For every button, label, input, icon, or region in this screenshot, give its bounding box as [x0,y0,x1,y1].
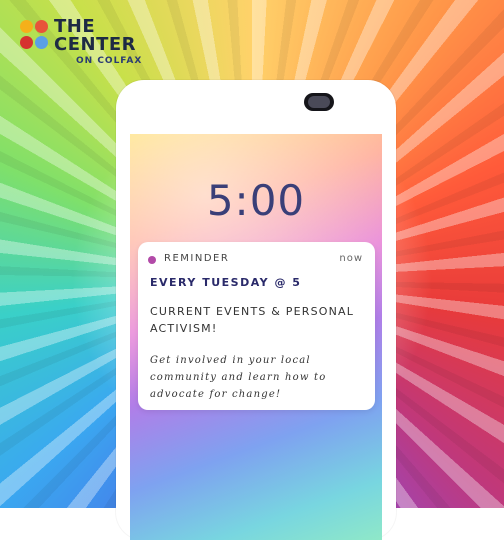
lockscreen-clock: 5:00 [206,176,306,225]
center-on-colfax-logo: THE CENTER ON COLFAX [20,16,180,76]
notification-heading: EVERY TUESDAY @ 5 [150,276,302,289]
notification-label: REMINDER [164,253,230,264]
notification-title: CURRENT EVENTS & PERSONAL ACTIVISM! [150,305,355,335]
notification-body: Get involved in your local community and… [150,355,327,400]
phone-screen: 5:00 REMINDER now EVERY TUESDAY @ 5 CURR… [130,134,382,540]
logo-text-on-colfax: ON COLFAX [76,56,143,66]
reminder-notification[interactable]: REMINDER now EVERY TUESDAY @ 5 CURRENT E… [138,242,375,410]
logo-dot-orange [35,20,48,33]
phone-frame: 5:00 REMINDER now EVERY TUESDAY @ 5 CURR… [116,80,396,540]
logo-text-center: CENTER [54,34,137,55]
notification-dot-icon [148,256,156,264]
notification-time: now [339,253,363,264]
logo-dot-blue [35,36,48,49]
camera-icon [304,93,334,111]
logo-dot-red [20,36,33,49]
logo-dot-yellow [20,20,33,33]
